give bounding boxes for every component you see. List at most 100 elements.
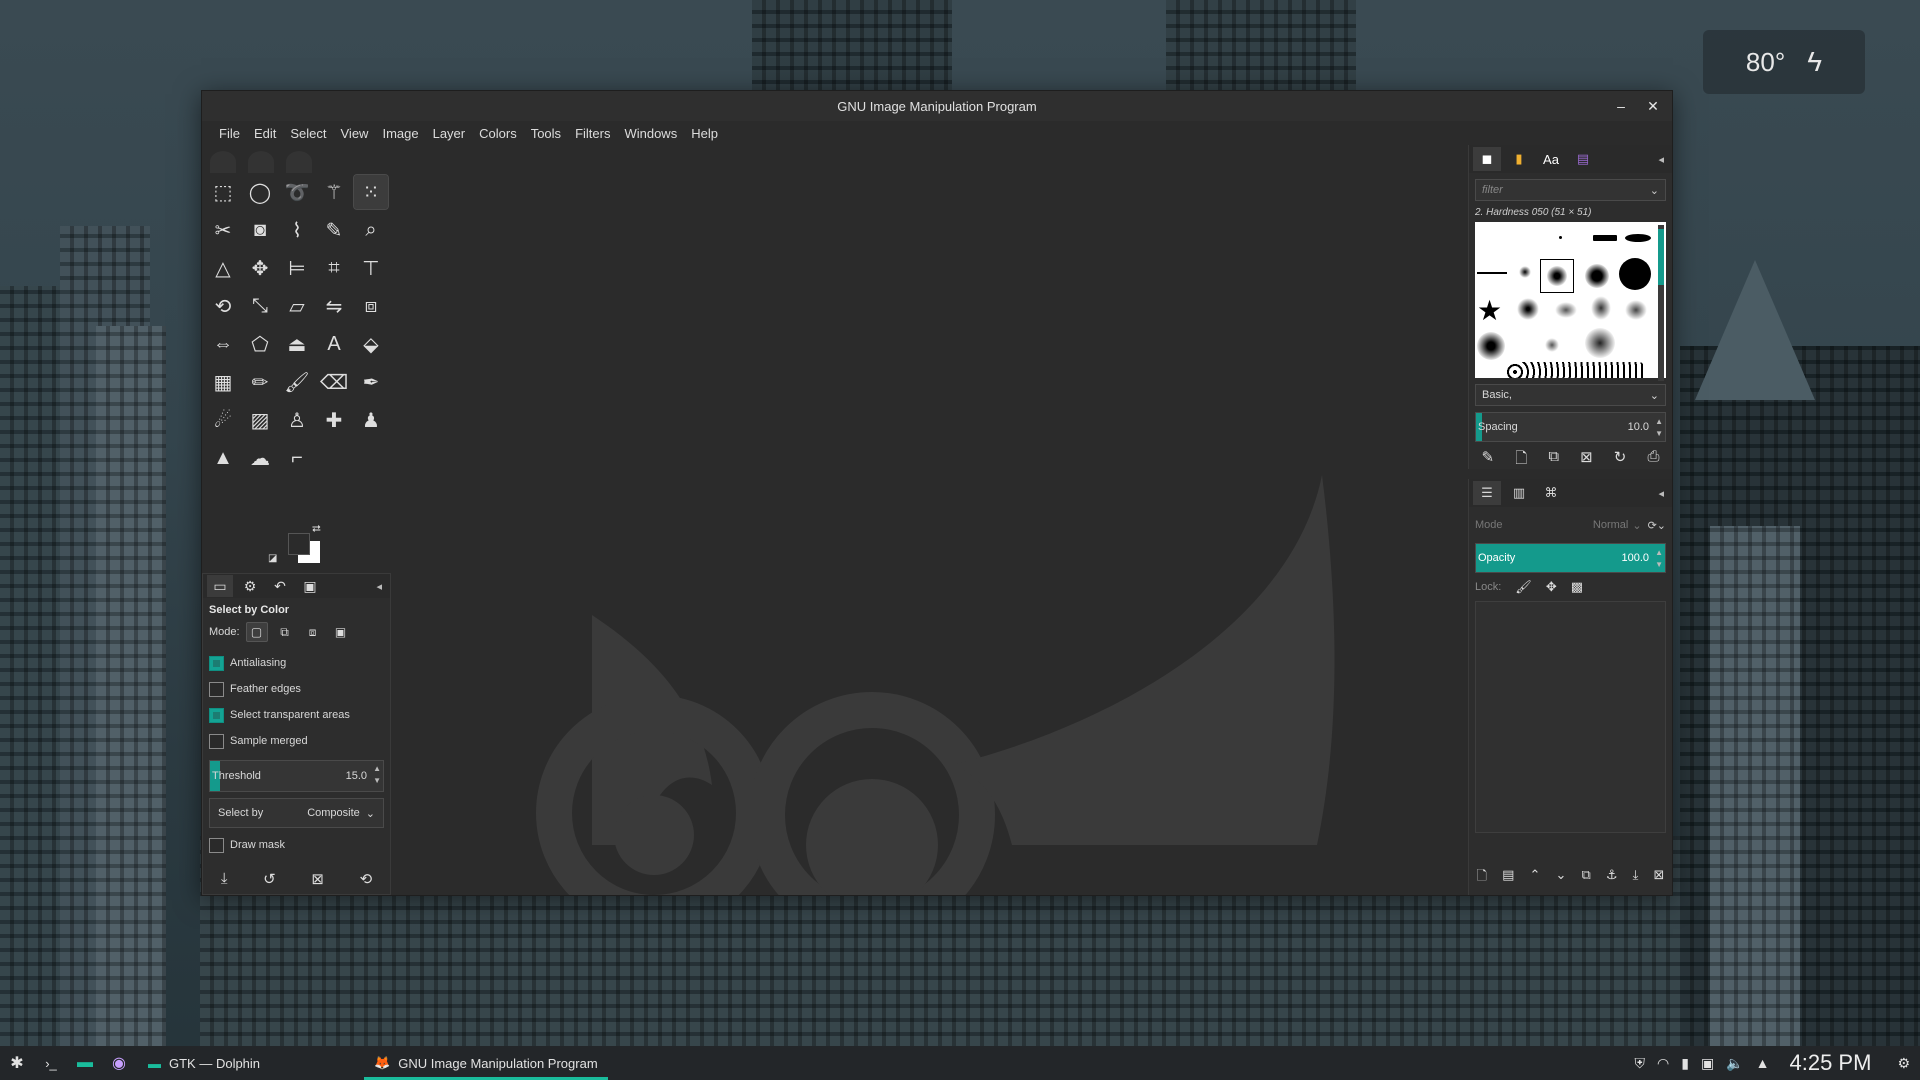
brush-filter-input[interactable]: filter ⌄ [1475, 179, 1666, 201]
draw-mask-checkbox[interactable]: Draw mask [209, 832, 384, 858]
select-transparent-check-icon[interactable] [209, 707, 224, 723]
app-launcher-icon[interactable]: ✱ [0, 1046, 34, 1080]
new-layer-icon[interactable]: 🗋 [1477, 867, 1487, 889]
tab-images-icon[interactable]: ▣ [297, 575, 323, 597]
clock[interactable]: 4:25 PM [1790, 1050, 1872, 1076]
tab-undo-history-icon[interactable]: ↶ [267, 575, 293, 597]
unified-transform-tool-icon[interactable]: ⊤ [354, 251, 388, 285]
settings-gear-icon[interactable]: ⚙ [1897, 1055, 1910, 1072]
menu-image[interactable]: Image [375, 126, 425, 141]
task-gimp[interactable]: 🦊 GNU Image Manipulation Program [362, 1046, 610, 1080]
spacing-spinscale[interactable]: Spacing 10.0 ▲ ▼ [1475, 412, 1666, 442]
delete-layer-icon[interactable]: ⊠ [1653, 867, 1664, 889]
menu-layer[interactable]: Layer [426, 126, 473, 141]
shear-tool-icon[interactable]: ▱ [280, 289, 314, 323]
smudge-tool-icon[interactable]: ☁ [243, 441, 277, 475]
lock-alpha-icon[interactable]: ▩ [1571, 579, 1583, 595]
bucket-fill-tool-icon[interactable]: ⬙ [354, 327, 388, 361]
menu-file[interactable]: File [212, 126, 247, 141]
flip-tool-icon[interactable]: ⇋ [317, 289, 351, 323]
clipboard-icon[interactable]: ▣ [1701, 1055, 1714, 1072]
select-by-combo[interactable]: Select by Composite ⌄ [209, 798, 384, 828]
select-transparent-checkbox[interactable]: Select transparent areas [209, 702, 384, 728]
swap-colors-icon[interactable]: ⮂ [312, 523, 321, 536]
raise-layer-icon[interactable]: ⌃ [1529, 867, 1540, 889]
warp-transform-tool-icon[interactable]: ⇔ [206, 327, 240, 361]
paths-tool-icon[interactable]: ⌇ [280, 213, 314, 247]
fuzzy-select-tool-icon[interactable]: ⚚ [317, 175, 351, 209]
close-button[interactable]: ✕ [1644, 97, 1662, 115]
move-tool-icon[interactable]: ✥ [243, 251, 277, 285]
select-by-color-tool-icon[interactable]: ⁙ [353, 174, 389, 210]
delete-brush-icon[interactable]: ⊠ [1580, 448, 1593, 473]
spin-arrows-icon[interactable]: ▲ ▼ [1655, 416, 1663, 440]
lock-position-icon[interactable]: ✥ [1546, 579, 1557, 595]
edit-brush-icon[interactable]: ✎ [1482, 448, 1495, 473]
dock-menu-icon[interactable]: ◂ [1658, 153, 1664, 166]
window-titlebar[interactable]: GNU Image Manipulation Program – ✕ [202, 91, 1672, 121]
volume-icon[interactable]: 🔈 [1726, 1055, 1743, 1072]
terminal-icon[interactable]: ›_ [34, 1046, 68, 1080]
file-manager-icon[interactable]: ▬ [68, 1046, 102, 1080]
brush-scrollbar[interactable] [1658, 225, 1664, 381]
dodge-burn-tool-icon[interactable]: ⌐ [280, 441, 314, 475]
mypaint-brush-tool-icon[interactable]: ▨ [243, 403, 277, 437]
text-tool-icon[interactable]: A [317, 327, 351, 361]
crop-tool-icon[interactable]: ⌗ [317, 251, 351, 285]
menu-colors[interactable]: Colors [472, 126, 524, 141]
airbrush-tool-icon[interactable]: ✒ [354, 365, 388, 399]
eraser-tool-icon[interactable]: ⌫ [317, 365, 351, 399]
rotate-tool-icon[interactable]: ⟲ [206, 289, 240, 323]
reset-colors-icon[interactable]: ◪ [268, 553, 277, 564]
duplicate-layer-icon[interactable]: ⧉ [1581, 867, 1590, 889]
layers-list[interactable] [1475, 601, 1666, 833]
clone-tool-icon[interactable]: ♙ [280, 403, 314, 437]
heal-tool-icon[interactable]: ✚ [317, 403, 351, 437]
menu-filters[interactable]: Filters [568, 126, 617, 141]
brush-preset-select[interactable]: Basic, ⌄ [1475, 384, 1666, 406]
tab-patterns-icon[interactable]: ▮ [1505, 147, 1533, 171]
lower-layer-icon[interactable]: ⌄ [1555, 867, 1566, 889]
perspective-clone-tool-icon[interactable]: ♟ [354, 403, 388, 437]
tab-fonts-icon[interactable]: Aa [1537, 147, 1565, 171]
antialiasing-check-icon[interactable] [209, 655, 224, 671]
sample-merged-check-icon[interactable] [209, 733, 224, 749]
feather-edges-checkbox[interactable]: Feather edges [209, 676, 384, 702]
browser-icon[interactable]: ◉ [102, 1046, 136, 1080]
weather-widget[interactable]: 80° ϟ [1703, 30, 1865, 94]
ink-tool-icon[interactable]: ☄ [206, 403, 240, 437]
scissors-tool-icon[interactable]: ✂ [206, 213, 240, 247]
tab-channels-icon[interactable]: ▥ [1505, 481, 1533, 505]
foreground-color-swatch[interactable] [288, 533, 310, 555]
tab-device-status-icon[interactable]: ⚙ [237, 575, 263, 597]
menu-view[interactable]: View [334, 126, 376, 141]
spin-arrows-icon[interactable]: ▲ ▼ [373, 763, 381, 787]
open-brush-as-image-icon[interactable]: ⎙ [1647, 448, 1659, 473]
tray-expand-icon[interactable]: ▲ [1756, 1055, 1770, 1071]
mode-switch-icon[interactable]: ⟳⌄ [1648, 519, 1666, 532]
menu-tools[interactable]: Tools [524, 126, 568, 141]
dock-menu-icon[interactable]: ◂ [376, 580, 382, 593]
mode-subtract-icon[interactable]: ⧈ [302, 622, 324, 642]
refresh-brushes-icon[interactable]: ↻ [1614, 448, 1627, 473]
mode-replace-icon[interactable]: ▢ [245, 622, 268, 642]
dock-menu-icon[interactable]: ◂ [1658, 487, 1664, 500]
merge-layer-icon[interactable]: ⤓ [1633, 867, 1639, 889]
task-dolphin[interactable]: ▬ GTK — Dolphin [136, 1046, 272, 1080]
rect-select-tool-icon[interactable]: ⬚ [206, 175, 240, 209]
scale-tool-icon[interactable]: ⤡ [243, 289, 277, 323]
perspective-tool-icon[interactable]: ⧈ [354, 289, 388, 323]
layer-mode-row[interactable]: Mode Normal ⌄ ⟳⌄ [1475, 513, 1666, 537]
ellipse-select-tool-icon[interactable]: ◯ [243, 175, 277, 209]
shield-icon[interactable]: ⛨ [1635, 1055, 1646, 1072]
wifi-icon[interactable]: ◠ [1657, 1055, 1669, 1072]
tab-brushes-icon[interactable]: ◼ [1473, 147, 1501, 171]
pencil-tool-icon[interactable]: ✏ [243, 365, 277, 399]
foreground-select-tool-icon[interactable]: ◙ [243, 213, 277, 247]
new-layer-group-icon[interactable]: ▤ [1502, 867, 1514, 889]
lock-pixels-icon[interactable]: 🖌 [1515, 579, 1532, 595]
color-picker-tool-icon[interactable]: ✎ [317, 213, 351, 247]
duplicate-brush-icon[interactable]: ⧉ [1548, 448, 1559, 473]
cage-transform-tool-icon[interactable]: ⬠ [243, 327, 277, 361]
feather-edges-check-icon[interactable] [209, 681, 224, 697]
